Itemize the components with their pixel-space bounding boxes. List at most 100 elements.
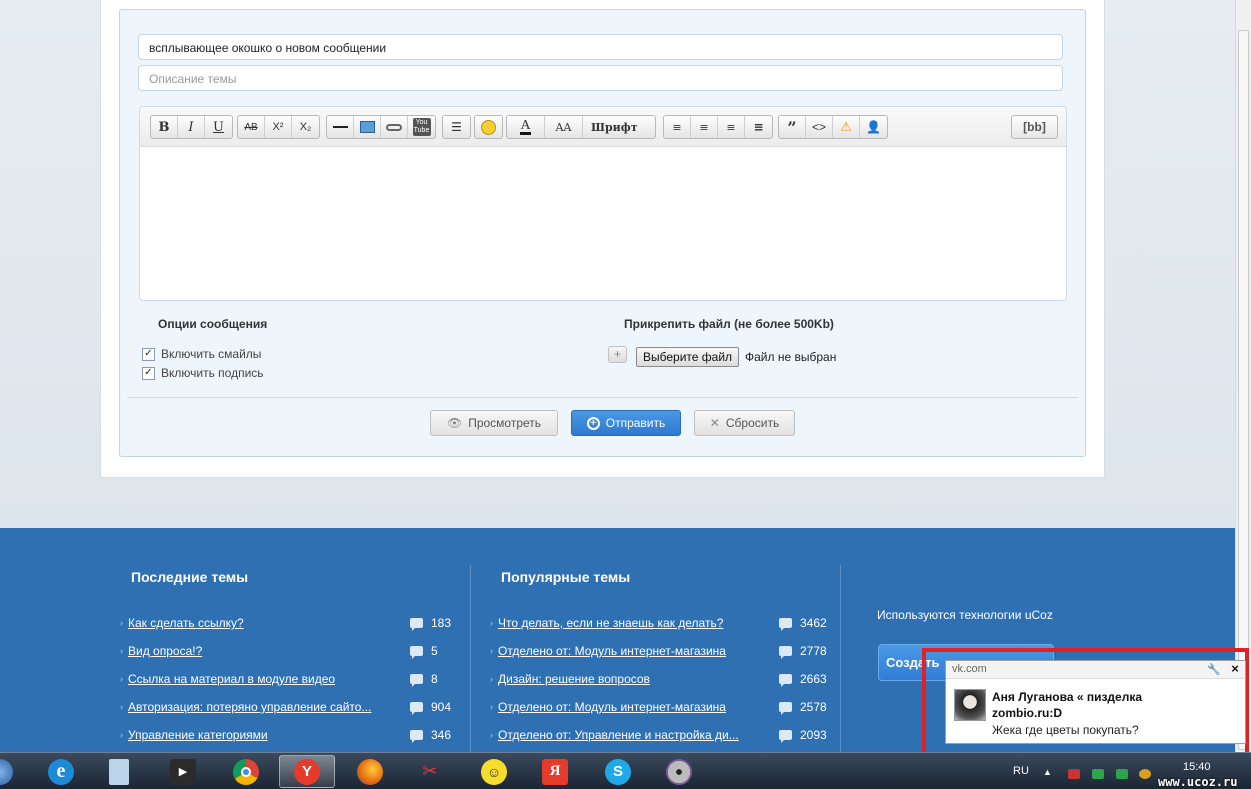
vk-notification[interactable]: vk.com 🔧 × Аня Луганова « пизделка zombi… (945, 660, 1246, 744)
signature-option[interactable]: ✓ Включить подпись (142, 366, 264, 380)
scissors-icon: ✂ (422, 761, 438, 781)
reply-count: 5 (410, 644, 438, 659)
message-textarea[interactable] (140, 148, 1066, 300)
bold-button[interactable]: B (151, 116, 178, 138)
align-center-button[interactable]: ≡ (691, 116, 718, 138)
topic-description-input[interactable]: Описание темы (138, 65, 1063, 91)
taskbar-skype[interactable]: S (590, 755, 646, 788)
footer-separator (470, 565, 471, 752)
scrollbar-thumb[interactable] (1238, 30, 1249, 750)
underline-button[interactable]: U (205, 116, 232, 138)
list-group: ☰ (442, 115, 471, 139)
taskbar-smiley[interactable]: ☺ (466, 755, 522, 788)
font-size-select[interactable]: AA (545, 116, 583, 138)
list-item[interactable]: › Отделено от: Модуль интернет-магазина (490, 700, 726, 714)
bbcode-toggle-button[interactable]: [bb] (1011, 115, 1058, 139)
watermark: www.ucoz.ru (1158, 775, 1238, 789)
network-icon[interactable] (1139, 769, 1151, 779)
list-item[interactable]: › Ссылка на материал в модуле видео (120, 672, 335, 686)
reply-count: 8 (410, 672, 438, 687)
topic-link[interactable]: Управление категориями (128, 728, 268, 742)
preview-label: Просмотреть (468, 416, 542, 430)
list-item[interactable]: › Дизайн: решение вопросов (490, 672, 650, 686)
list-item[interactable]: › Отделено от: Модуль интернет-магазина (490, 644, 726, 658)
battery-icon[interactable] (1116, 769, 1128, 779)
justify-button[interactable]: ≡ (745, 116, 772, 138)
topic-title-input[interactable]: всплывающее окошко о новом сообщении (138, 34, 1063, 60)
hr-button[interactable] (327, 116, 354, 138)
choose-file-button[interactable]: Выберите файл (636, 347, 740, 367)
list-item[interactable]: › Что делать, если не знаешь как делать? (490, 616, 723, 630)
reply-count-value: 2093 (800, 728, 827, 742)
language-indicator[interactable]: RU (1013, 765, 1029, 777)
topic-link[interactable]: Авторизация: потеряно управление сайто..… (128, 700, 371, 714)
eye-icon: 👁 (446, 416, 463, 430)
popular-topics-title: Популярные темы (501, 569, 631, 585)
list-item[interactable]: › Авторизация: потеряно управление сайто.… (120, 700, 371, 714)
superscript-button[interactable]: X² (265, 116, 292, 138)
smiles-option[interactable]: ✓ Включить смайлы (142, 347, 261, 361)
page-scrollbar[interactable] (1235, 0, 1251, 752)
taskbar-media[interactable]: ▶ (155, 755, 211, 788)
font-color-button[interactable]: A (507, 116, 545, 138)
comment-icon (779, 702, 792, 715)
reply-count: 2778 (779, 644, 827, 659)
media-player-icon: ▶ (170, 758, 196, 785)
reset-label: Сбросить (725, 416, 780, 430)
topic-link[interactable]: Ссылка на материал в модуле видео (128, 672, 335, 686)
topic-link[interactable]: Отделено от: Модуль интернет-магазина (498, 644, 726, 658)
smiley-button[interactable] (475, 116, 502, 138)
send-label: Отправить (605, 416, 666, 430)
link-button[interactable] (381, 116, 408, 138)
list-button[interactable]: ☰ (443, 116, 470, 138)
taskbar-chrome[interactable] (218, 755, 274, 788)
topic-link[interactable]: Отделено от: Управление и настройка ди..… (498, 728, 739, 742)
youtube-button[interactable]: You Tube (408, 116, 435, 138)
taskbar-ie[interactable]: e (33, 755, 89, 788)
wrench-icon[interactable]: 🔧 (1207, 662, 1221, 679)
taskbar-yandex[interactable]: Я (527, 755, 583, 788)
topic-link[interactable]: Что делать, если не знаешь как делать? (498, 616, 723, 630)
windows-taskbar: e ▶ Y ✂ ☺ Я S RU ▲ 15:40 www.ucoz.ru (0, 752, 1251, 789)
taskbar-firefox[interactable] (342, 755, 398, 788)
taskbar-scissors[interactable]: ✂ (402, 755, 458, 788)
font-select[interactable]: Шрифт (583, 116, 655, 138)
reply-count-value: 2578 (800, 700, 827, 714)
topic-link[interactable]: Вид опроса!? (128, 644, 202, 658)
close-button[interactable]: × (1227, 661, 1243, 677)
strike-button[interactable]: AB (238, 116, 265, 138)
start-button[interactable] (0, 755, 18, 788)
skype-icon: S (605, 758, 631, 785)
quote-button[interactable]: ” (779, 116, 806, 138)
topic-link[interactable]: Дизайн: решение вопросов (498, 672, 650, 686)
preview-button[interactable]: 👁 Просмотреть (430, 410, 558, 436)
align-right-button[interactable]: ≡ (718, 116, 745, 138)
topic-link[interactable]: Как сделать ссылку? (128, 616, 244, 630)
send-button[interactable]: + Отправить (571, 410, 681, 436)
topic-link[interactable]: Отделено от: Модуль интернет-магазина (498, 700, 726, 714)
hide-button[interactable]: ⚠ (833, 116, 860, 138)
align-left-button[interactable]: ≡ (664, 116, 691, 138)
add-file-button[interactable]: + (608, 346, 627, 363)
taskbar-notepad[interactable] (91, 755, 147, 788)
clock[interactable]: 15:40 (1183, 761, 1211, 773)
antivirus-icon[interactable] (1068, 769, 1080, 779)
smiles-checkbox[interactable]: ✓ (142, 347, 155, 361)
italic-button[interactable]: I (178, 116, 205, 138)
taskbar-yandex-browser[interactable]: Y (279, 755, 335, 788)
list-item[interactable]: › Как сделать ссылку? (120, 616, 244, 630)
signature-checkbox[interactable]: ✓ (142, 366, 155, 380)
taskbar-dvd[interactable] (651, 755, 707, 788)
reset-button[interactable]: ✕ Сбросить (694, 410, 795, 436)
subscript-button[interactable]: X₂ (292, 116, 319, 138)
flag-icon[interactable] (1092, 769, 1104, 779)
list-item[interactable]: › Управление категориями (120, 728, 268, 742)
image-button[interactable] (354, 116, 381, 138)
list-item[interactable]: › Вид опроса!? (120, 644, 202, 658)
code-button[interactable]: <> (806, 116, 833, 138)
tray-expand-icon[interactable]: ▲ (1043, 767, 1052, 777)
list-item[interactable]: › Отделено от: Управление и настройка ди.… (490, 728, 739, 742)
notification-source: vk.com (952, 663, 987, 675)
bullet-icon: › (120, 618, 123, 628)
user-tag-button[interactable]: 👤 (860, 116, 887, 138)
